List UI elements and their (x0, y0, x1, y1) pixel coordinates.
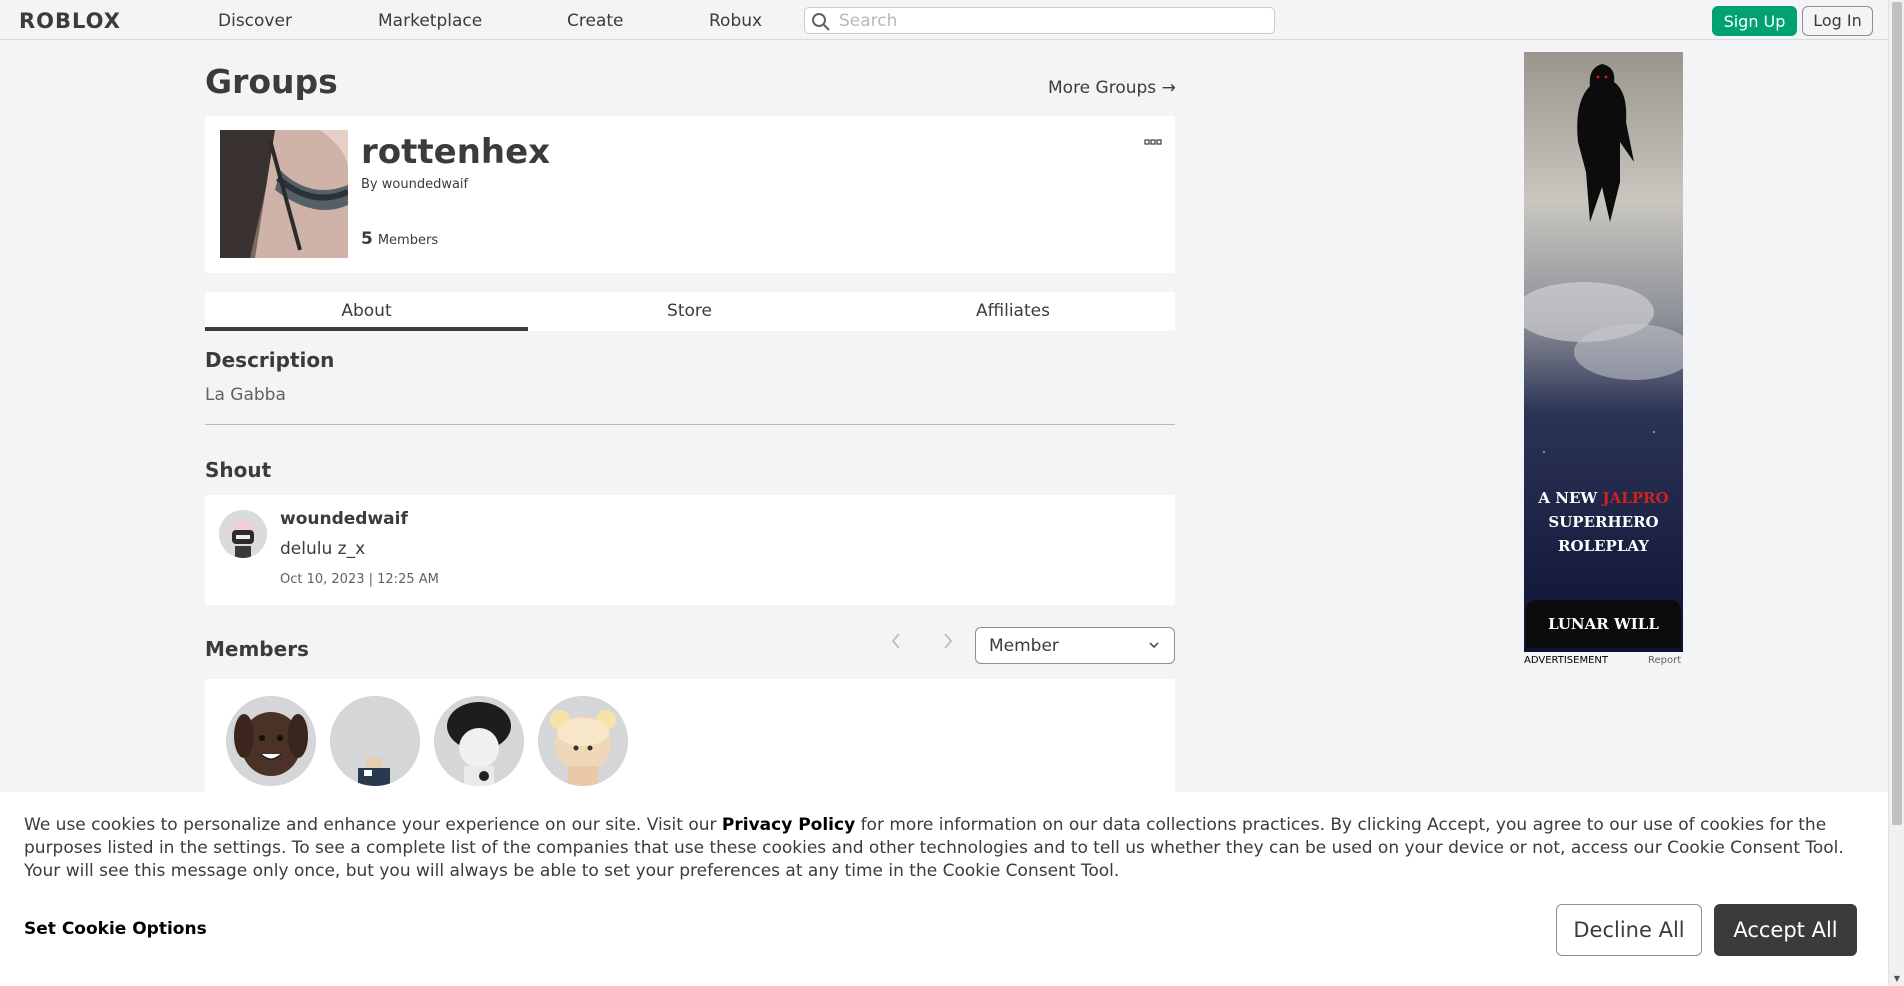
member-avatar[interactable] (434, 696, 524, 786)
description-text: La Gabba (205, 385, 286, 405)
top-navbar: ROBLOX Discover Marketplace Create Robux… (0, 0, 1888, 40)
nav-marketplace[interactable]: Marketplace (378, 11, 482, 31)
shout-message: delulu z_x (280, 539, 366, 559)
more-groups-link[interactable]: More Groups → (1048, 78, 1176, 98)
member-avatar[interactable] (330, 696, 420, 786)
members-label: Members (377, 233, 439, 248)
group-header-card: rottenhex By woundedwaif 5 Members (205, 116, 1175, 273)
page-scrollbar[interactable]: ▼ (1888, 0, 1904, 986)
member-avatar[interactable] (538, 696, 628, 786)
more-options-icon[interactable] (1144, 130, 1162, 151)
tab-about[interactable]: About (205, 292, 528, 331)
shout-avatar[interactable] (219, 510, 267, 558)
shout-timestamp: Oct 10, 2023 | 12:25 AM (280, 572, 439, 587)
ad-report-link[interactable]: Report (1648, 655, 1681, 666)
group-owner-link[interactable]: woundedwaif (382, 177, 468, 192)
tab-store[interactable]: Store (528, 292, 851, 331)
shout-username[interactable]: woundedwaif (280, 509, 408, 529)
advertisement-banner[interactable]: A NEW JALPRO SUPERHERO ROLEPLAY LUNAR WI… (1524, 52, 1683, 652)
cookie-banner: We use cookies to personalize and enhanc… (0, 792, 1888, 986)
tab-affiliates[interactable]: Affiliates (851, 292, 1175, 331)
scrollbar-thumb[interactable] (1892, 2, 1902, 825)
page-title: Groups (205, 62, 338, 101)
signup-button[interactable]: Sign Up (1712, 6, 1797, 36)
roblox-logo[interactable]: ROBLOX (19, 9, 121, 33)
search-icon[interactable] (811, 12, 831, 32)
section-divider (205, 424, 1175, 425)
description-heading: Description (205, 348, 335, 372)
group-name: rottenhex (361, 132, 551, 172)
decline-all-button[interactable]: Decline All (1556, 904, 1702, 956)
role-dropdown-value: Member (989, 636, 1059, 656)
cookie-text-part1: We use cookies to personalize and enhanc… (24, 815, 722, 835)
ad-headline-2: SUPERHERO (1548, 513, 1659, 531)
group-tabs: About Store Affiliates (205, 292, 1175, 331)
chevron-left-icon[interactable] (890, 631, 902, 657)
member-avatar[interactable] (226, 696, 316, 786)
login-button[interactable]: Log In (1802, 6, 1873, 36)
privacy-policy-link[interactable]: Privacy Policy (722, 815, 855, 835)
group-member-count: 5 Members (361, 229, 438, 249)
members-list (205, 679, 1175, 799)
ad-headline-1: A NEW (1538, 489, 1598, 507)
group-emblem-image (220, 130, 348, 258)
search-box[interactable] (804, 7, 1275, 34)
shout-heading: Shout (205, 458, 272, 482)
accept-all-button[interactable]: Accept All (1714, 904, 1857, 956)
ad-headline-3: ROLEPLAY (1558, 537, 1649, 555)
nav-discover[interactable]: Discover (218, 11, 292, 31)
advertisement-label: ADVERTISEMENT (1524, 655, 1609, 666)
member-count-value: 5 (361, 229, 373, 249)
nav-robux[interactable]: Robux (709, 11, 762, 31)
ad-headline-brand: JALPRO (1602, 489, 1669, 507)
set-cookie-options-link[interactable]: Set Cookie Options (24, 919, 207, 939)
members-heading: Members (205, 637, 309, 661)
search-input[interactable] (839, 10, 1259, 31)
chevron-right-icon[interactable] (942, 631, 954, 657)
scroll-down-arrow-icon[interactable]: ▼ (1892, 974, 1902, 984)
group-owner-line: By woundedwaif (361, 177, 468, 192)
chevron-down-icon (1149, 642, 1159, 649)
cookie-text: We use cookies to personalize and enhanc… (24, 814, 1844, 883)
ad-logo: LUNAR WILL (1526, 600, 1681, 648)
role-dropdown[interactable]: Member (975, 627, 1175, 664)
by-label: By (361, 177, 378, 192)
shout-card: woundedwaif delulu z_x Oct 10, 2023 | 12… (205, 495, 1175, 605)
nav-create[interactable]: Create (567, 11, 624, 31)
